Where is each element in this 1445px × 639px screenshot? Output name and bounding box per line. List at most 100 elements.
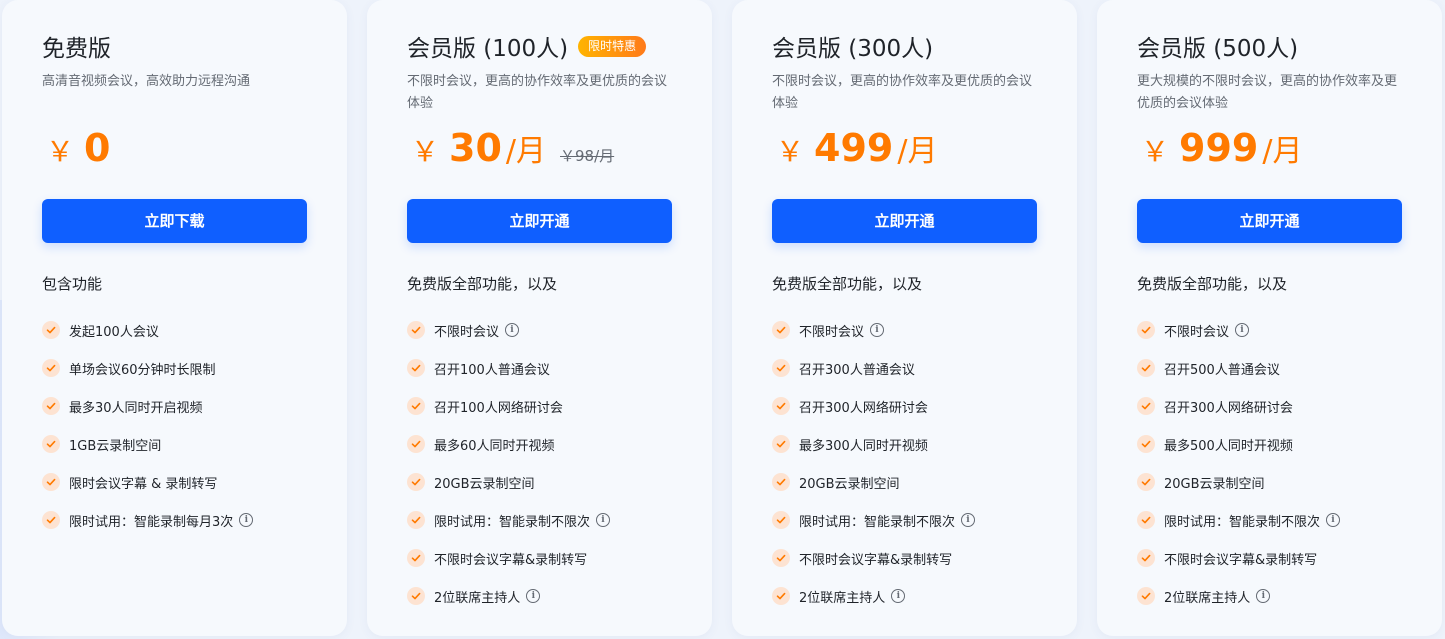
feature-text: 不限时会议字幕&录制转写 xyxy=(799,552,953,568)
info-icon[interactable]: i xyxy=(961,513,976,527)
plan-description: 更大规模的不限时会议，更高的协作效率及更优质的会议体验 xyxy=(1137,74,1398,111)
feature-text: 发起100人会议 xyxy=(69,324,159,340)
plan-title-row: 会员版 (500人) xyxy=(1137,30,1298,62)
feature-item: 20GB云录制空间 xyxy=(407,463,674,501)
plan-cta-button[interactable]: 立即开通 xyxy=(1137,199,1402,243)
feature-text: 1GB云录制空间 xyxy=(69,438,162,454)
info-icon[interactable]: i xyxy=(870,323,885,337)
check-icon xyxy=(1137,435,1155,453)
feature-item: 20GB云录制空间 xyxy=(1137,463,1404,501)
check-icon xyxy=(42,321,60,339)
features-heading: 免费版全部功能，以及 xyxy=(407,275,558,293)
price-amount: 999 xyxy=(1179,126,1259,170)
info-icon[interactable]: i xyxy=(1235,323,1250,337)
feature-item: 最多30人同时开启视频 xyxy=(42,387,309,425)
price-currency: ￥ xyxy=(1141,135,1170,168)
plan-title-row: 会员版 (100人) 限时特惠 xyxy=(407,30,647,62)
feature-item: 召开300人网络研讨会 xyxy=(1137,387,1404,425)
price: ￥ 999 /月 xyxy=(1141,126,1302,176)
feature-text: 限时试用：智能录制每月3次 xyxy=(69,514,234,530)
info-icon[interactable]: i xyxy=(239,513,254,527)
feature-text: 20GB云录制空间 xyxy=(434,476,535,492)
feature-item: 2位联席主持人 i xyxy=(1137,577,1404,615)
check-icon xyxy=(42,511,60,529)
feature-text: 2位联席主持人 xyxy=(1164,590,1251,606)
feature-item: 限时会议字幕 & 录制转写 xyxy=(42,463,309,501)
price: ￥ 30 /月 ￥98/月 xyxy=(411,126,614,176)
check-icon xyxy=(772,587,790,605)
check-icon xyxy=(772,435,790,453)
feature-text: 2位联席主持人 xyxy=(434,590,521,606)
check-icon xyxy=(1137,549,1155,567)
plan-title: 会员版 (500人) xyxy=(1137,36,1299,62)
plan-title: 会员版 (300人) xyxy=(772,36,934,62)
check-icon xyxy=(772,511,790,529)
check-icon xyxy=(407,321,425,339)
feature-item: 2位联席主持人 i xyxy=(772,577,1039,615)
feature-item: 召开300人网络研讨会 xyxy=(772,387,1039,425)
check-icon xyxy=(407,435,425,453)
feature-item: 不限时会议字幕&录制转写 xyxy=(772,539,1039,577)
feature-text: 召开300人网络研讨会 xyxy=(1164,400,1293,416)
feature-text: 限时试用：智能录制不限次 xyxy=(799,514,956,530)
feature-text: 限时试用：智能录制不限次 xyxy=(1164,514,1321,530)
check-icon xyxy=(42,397,60,415)
info-icon[interactable]: i xyxy=(891,589,906,603)
check-icon xyxy=(42,473,60,491)
plan-card: 会员版 (300人) 不限时会议，更高的协作效率及更优质的会议体验 ￥ 499 … xyxy=(732,0,1077,636)
plan-title: 会员版 (100人) xyxy=(407,36,569,62)
feature-item: 召开500人普通会议 xyxy=(1137,349,1404,387)
plan-cta-button[interactable]: 立即下载 xyxy=(42,199,307,243)
info-icon[interactable]: i xyxy=(1326,513,1341,527)
features-heading: 免费版全部功能，以及 xyxy=(1137,275,1288,293)
price-currency: ￥ xyxy=(776,135,805,168)
feature-text: 不限时会议 xyxy=(434,324,500,340)
price: ￥ 0 xyxy=(46,126,114,176)
check-icon xyxy=(1137,511,1155,529)
feature-item: 召开100人普通会议 xyxy=(407,349,674,387)
check-icon xyxy=(772,397,790,415)
info-icon[interactable]: i xyxy=(1256,589,1271,603)
feature-text: 最多500人同时开视频 xyxy=(1164,438,1293,454)
features-heading: 包含功能 xyxy=(42,275,103,293)
check-icon xyxy=(772,549,790,567)
info-icon[interactable]: i xyxy=(596,513,611,527)
check-icon xyxy=(772,359,790,377)
plan-description: 不限时会议，更高的协作效率及更优质的会议体验 xyxy=(407,74,668,111)
check-icon xyxy=(407,511,425,529)
check-icon xyxy=(1137,359,1155,377)
info-icon[interactable]: i xyxy=(505,323,520,337)
plan-card: 会员版 (100人) 限时特惠 不限时会议，更高的协作效率及更优质的会议体验 ￥… xyxy=(367,0,712,636)
check-icon xyxy=(407,397,425,415)
plan-cta-button[interactable]: 立即开通 xyxy=(772,199,1037,243)
feature-text: 2位联席主持人 xyxy=(799,590,886,606)
plan-title-row: 会员版 (300人) xyxy=(772,30,933,62)
feature-list: 不限时会议 i 召开100人普通会议召开100人网络研讨会 最多60人同时开视频 20G… xyxy=(407,311,674,615)
feature-text: 最多60人同时开视频 xyxy=(434,438,555,454)
check-icon xyxy=(42,435,60,453)
feature-text: 最多30人同时开启视频 xyxy=(69,400,203,416)
feature-item: 发起100人会议 xyxy=(42,311,309,349)
info-icon[interactable]: i xyxy=(526,589,541,603)
feature-text: 单场会议60分钟时长限制 xyxy=(69,362,216,378)
feature-item: 最多60人同时开视频 xyxy=(407,425,674,463)
original-price: ￥98/月 xyxy=(560,147,615,165)
check-icon xyxy=(772,321,790,339)
feature-item: 最多500人同时开视频 xyxy=(1137,425,1404,463)
check-icon xyxy=(407,549,425,567)
check-icon xyxy=(1137,397,1155,415)
feature-text: 召开300人普通会议 xyxy=(799,362,915,378)
plan-card: 会员版 (500人) 更大规模的不限时会议，更高的协作效率及更优质的会议体验 ￥… xyxy=(1097,0,1442,636)
plan-description: 高清音视频会议，高效助力远程沟通 xyxy=(42,74,251,89)
plan-cta-button[interactable]: 立即开通 xyxy=(407,199,672,243)
feature-text: 限时试用：智能录制不限次 xyxy=(434,514,591,530)
price-currency: ￥ xyxy=(46,135,75,168)
feature-text: 召开300人网络研讨会 xyxy=(799,400,928,416)
feature-item: 不限时会议字幕&录制转写 xyxy=(407,539,674,577)
feature-item: 召开100人网络研讨会 xyxy=(407,387,674,425)
feature-list: 不限时会议 i 召开500人普通会议 召开300人网络研讨会 最多500人同时开视频 20… xyxy=(1137,311,1404,615)
feature-text: 不限时会议字幕&录制转写 xyxy=(1164,552,1318,568)
feature-text: 20GB云录制空间 xyxy=(799,476,900,492)
feature-text: 召开100人网络研讨会 xyxy=(434,400,563,416)
check-icon xyxy=(42,359,60,377)
